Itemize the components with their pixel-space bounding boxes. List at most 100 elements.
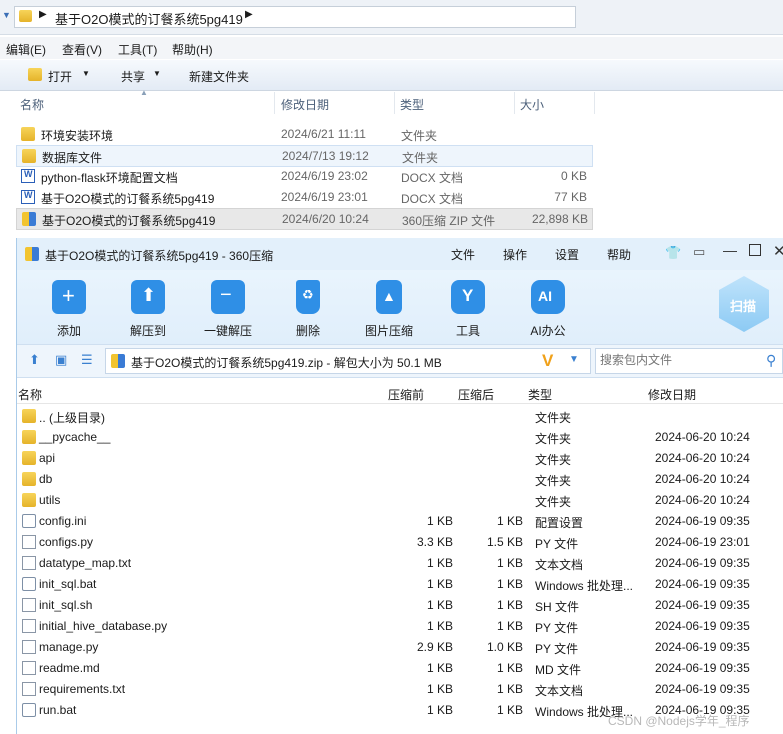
col-header-size[interactable]: 大小 xyxy=(520,96,544,113)
zip-cell-after: 1 KB xyxy=(496,619,523,633)
zip-list-item[interactable]: config.ini 1 KB 1 KB 配置设置 2024-06-19 09:35 xyxy=(17,510,783,531)
zip-col-name[interactable]: 名称 xyxy=(18,386,42,403)
search-input[interactable]: ⚲ xyxy=(595,348,783,374)
maximize-icon[interactable] xyxy=(749,244,761,256)
open-dropdown-icon[interactable]: ▼ xyxy=(82,69,90,78)
scan-button[interactable]: 扫描 xyxy=(719,276,769,332)
v-logo-icon: V xyxy=(542,351,554,370)
menu-edit[interactable]: 编辑(E) xyxy=(6,41,46,58)
col-header-name[interactable]: 名称 xyxy=(20,96,44,113)
address-bar[interactable]: ▼ ▶ 基于O2O模式的订餐系统5pg419 ▶ xyxy=(0,0,783,35)
one-click-extract-button[interactable]: − 一键解压 xyxy=(193,280,263,339)
zip-col-type[interactable]: 类型 xyxy=(528,386,552,403)
image-compress-button[interactable]: ▲ 图片压缩 xyxy=(354,280,424,339)
skin-icon[interactable]: 👕 xyxy=(665,245,681,261)
share-dropdown-icon[interactable]: ▼ xyxy=(153,69,161,78)
zip-cell-type: 配置设置 xyxy=(535,516,584,530)
zip-col-before[interactable]: 压缩前 xyxy=(388,386,424,403)
zip-cell-before: 2.9 KB xyxy=(416,640,453,654)
zip-menu-help[interactable]: 帮助 xyxy=(607,246,631,263)
zip-cell-name: manage.py xyxy=(39,640,99,654)
zip-cell-modified: 2024-06-19 09:35 xyxy=(655,514,750,528)
zip-list-item[interactable]: datatype_map.txt 1 KB 1 KB 文本文档 2024-06-19 0… xyxy=(17,552,783,573)
zip-list-item[interactable]: initial_hive_database.py 1 KB 1 KB PY 文件 202… xyxy=(17,615,783,636)
zip-app-icon xyxy=(25,247,39,261)
feedback-icon[interactable]: ▭ xyxy=(693,244,705,260)
menu-view[interactable]: 查看(V) xyxy=(62,41,102,58)
zip-window-title: 基于O2O模式的订餐系统5pg419 - 360压缩 xyxy=(45,249,274,263)
zip-cell-after: 1.5 KB xyxy=(486,535,523,549)
share-button[interactable]: 共享 xyxy=(121,68,145,85)
zip-menu-file[interactable]: 文件 xyxy=(451,246,475,263)
ai-office-button[interactable]: AI AI办公 xyxy=(513,280,583,339)
open-button[interactable]: 打开 xyxy=(48,68,72,85)
add-icon: + xyxy=(52,280,86,314)
zip-cell-type: PY 文件 xyxy=(535,621,579,635)
zip-cell-modified: 2024-06-20 10:24 xyxy=(655,472,750,486)
zip-list-item[interactable]: requirements.txt 1 KB 1 KB 文本文档 2024-06-19 0… xyxy=(17,678,783,699)
zip-list-item[interactable]: api 文件夹 2024-06-20 10:24 xyxy=(17,447,783,468)
menu-tools[interactable]: 工具(T) xyxy=(118,41,157,58)
zip-list-item[interactable]: readme.md 1 KB 1 KB MD 文件 2024-06-19 09:35 xyxy=(17,657,783,678)
zip-cell-name: init_sql.bat xyxy=(39,577,97,591)
breadcrumb-box[interactable]: ▶ 基于O2O模式的订餐系统5pg419 ▶ xyxy=(14,6,576,28)
zip-cell-after: 1 KB xyxy=(496,514,523,528)
file-icon xyxy=(22,640,36,654)
zip-list-item[interactable]: db 文件夹 2024-06-20 10:24 xyxy=(17,468,783,489)
nav-dropdown-icon[interactable]: ▼ xyxy=(2,10,11,20)
zip-cell-after: 1 KB xyxy=(496,703,523,717)
breadcrumb-end-chevron-icon[interactable]: ▶ xyxy=(245,9,253,20)
file-icon xyxy=(22,535,36,549)
file-row[interactable]: 基于O2O模式的订餐系统5pg419 2024/6/20 10:24 360压缩… xyxy=(16,208,593,230)
close-icon[interactable]: ✕ xyxy=(773,242,783,260)
file-row[interactable]: 数据库文件 2024/7/13 19:12 文件夹 xyxy=(16,145,593,167)
folder-icon xyxy=(21,127,35,141)
file-row[interactable]: W 基于O2O模式的订餐系统5pg419 2024/6/19 23:01 DOC… xyxy=(16,187,591,207)
zip-list-item[interactable]: utils 文件夹 2024-06-20 10:24 xyxy=(17,489,783,510)
zip-title-bar: 基于O2O模式的订餐系统5pg419 - 360压缩 文件 操作 设置 帮助 👕… xyxy=(17,238,783,270)
zip-col-after[interactable]: 压缩后 xyxy=(458,386,494,403)
zip-menu-action[interactable]: 操作 xyxy=(503,246,527,263)
breadcrumb-folder-icon xyxy=(19,10,32,22)
list-view-icon[interactable]: ☰ xyxy=(81,352,93,368)
zip-cell-name: config.ini xyxy=(39,514,87,528)
zip-menu-settings[interactable]: 设置 xyxy=(555,246,579,263)
zip-cell-name: utils xyxy=(39,493,61,507)
search-icon[interactable]: ⚲ xyxy=(766,352,776,369)
new-folder-button[interactable]: 新建文件夹 xyxy=(189,68,249,85)
delete-button[interactable]: ♻ 删除 xyxy=(273,280,343,339)
extract-to-button[interactable]: ⬆ 解压到 xyxy=(113,280,183,339)
minimize-icon[interactable]: — xyxy=(723,242,737,258)
zip-cell-before: 1 KB xyxy=(426,577,453,591)
path-dropdown-icon[interactable]: ▼ xyxy=(569,354,579,365)
detail-view-icon[interactable]: ▣ xyxy=(55,352,67,368)
zip-list-item[interactable]: configs.py 3.3 KB 1.5 KB PY 文件 2024-06-19 23… xyxy=(17,531,783,552)
zip-list-item[interactable]: manage.py 2.9 KB 1.0 KB PY 文件 2024-06-19 09:… xyxy=(17,636,783,657)
zip-list-item[interactable]: .. (上级目录) 文件夹 xyxy=(17,405,783,426)
file-row[interactable]: W python-flask环境配置文档 2024/6/19 23:02 DOC… xyxy=(16,166,591,186)
settings-file-icon xyxy=(22,577,36,591)
breadcrumb-chevron-icon: ▶ xyxy=(39,9,47,20)
zip-cell-after: 1.0 KB xyxy=(486,640,523,654)
folder-icon xyxy=(22,472,36,486)
zip-list-item[interactable]: init_sql.bat 1 KB 1 KB Windows 批处理... 2024-0… xyxy=(17,573,783,594)
breadcrumb[interactable]: 基于O2O模式的订餐系统5pg419 xyxy=(55,9,243,28)
scan-label: 扫描 xyxy=(730,299,757,314)
zip-cell-name: configs.py xyxy=(39,535,94,549)
col-header-modified[interactable]: 修改日期 xyxy=(281,96,329,113)
zip-col-modified[interactable]: 修改日期 xyxy=(648,386,696,403)
zip-list-item[interactable]: __pycache__ 文件夹 2024-06-20 10:24 xyxy=(17,426,783,447)
one-click-extract-icon: − xyxy=(211,280,245,314)
tools-button[interactable]: Y 工具 xyxy=(433,280,503,339)
up-arrow-icon[interactable]: ⬆ xyxy=(29,352,40,368)
search-field[interactable] xyxy=(598,352,762,368)
zip-cell-type: PY 文件 xyxy=(535,537,579,551)
add-button[interactable]: + 添加 xyxy=(34,280,104,339)
menu-help[interactable]: 帮助(H) xyxy=(172,41,213,58)
zip-cell-modified: 2024-06-19 09:35 xyxy=(655,556,750,570)
zip-cell-modified: 2024-06-20 10:24 xyxy=(655,430,750,444)
col-header-type[interactable]: 类型 xyxy=(400,96,424,113)
zip-list-item[interactable]: init_sql.sh 1 KB 1 KB SH 文件 2024-06-19 09:35 xyxy=(17,594,783,615)
file-row[interactable]: 环境安装环境 2024/6/21 11:11 文件夹 xyxy=(16,124,591,144)
zip-path-field[interactable]: 基于O2O模式的订餐系统5pg419.zip - 解包大小为 50.1 MB V… xyxy=(105,348,591,374)
